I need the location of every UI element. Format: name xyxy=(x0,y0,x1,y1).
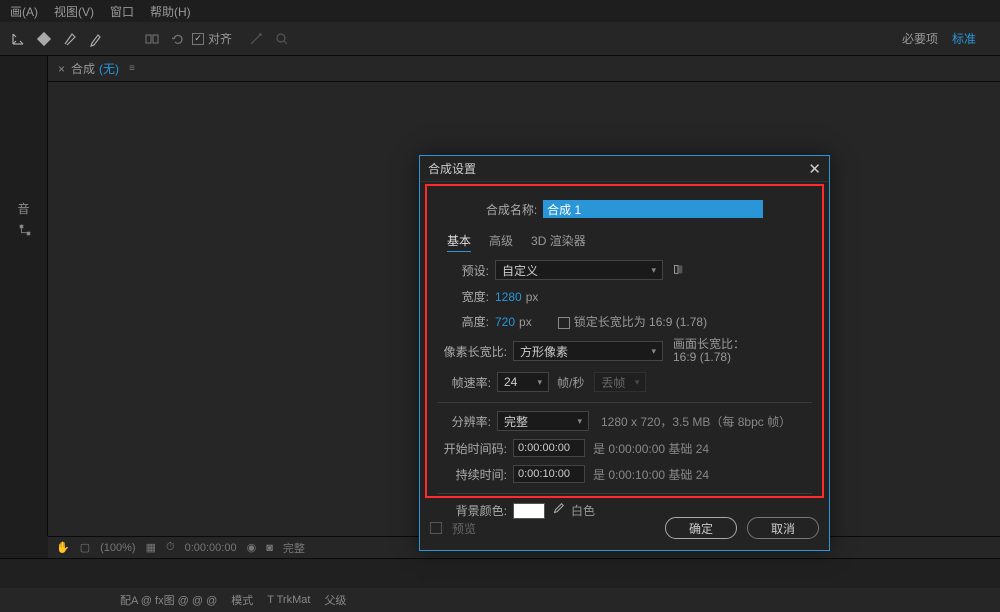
timeline-columns: 配A @ fx图 @ @ @ 模式 T TrkMat 父级 xyxy=(0,588,1000,612)
close-icon[interactable]: ✕ xyxy=(808,160,821,178)
preset-label: 预设: xyxy=(437,262,495,279)
switches-header: 配A @ fx图 @ @ @ xyxy=(120,592,217,608)
preview-checkbox[interactable]: 预览 xyxy=(430,520,476,537)
duration-label: 持续时间: xyxy=(437,466,513,483)
dialog-tabs: 基本 高级 3D 渲染器 xyxy=(447,232,812,252)
snap-checkbox[interactable]: ✓ 对齐 xyxy=(192,30,232,47)
box-icon[interactable]: ▢ xyxy=(80,541,90,554)
camera-icon[interactable]: ◉ xyxy=(247,541,257,554)
snapshot-icon[interactable]: ◙ xyxy=(266,542,273,554)
cancel-button[interactable]: 取消 xyxy=(747,517,819,539)
res-select[interactable]: 完整▾ xyxy=(497,411,589,431)
menu-animation[interactable]: 画(A) xyxy=(2,3,46,20)
toolbar: ✓ 对齐 必要项 标准 xyxy=(0,22,1000,56)
trkmat-header: T TrkMat xyxy=(267,594,310,606)
frame-aspect-label: 画面长宽比： xyxy=(673,337,745,351)
par-label: 像素长宽比: xyxy=(437,343,513,360)
zoom-percent[interactable]: (100%) xyxy=(100,542,135,554)
layout-tool-icon[interactable] xyxy=(140,27,164,51)
composition-settings-dialog: 合成设置 ✕ 合成名称: 基本 高级 3D 渲染器 预设: 自定义▾ xyxy=(419,155,830,551)
workspace-standard[interactable]: 标准 xyxy=(952,30,976,47)
left-panel: 音 xyxy=(0,56,48,536)
ok-button[interactable]: 确定 xyxy=(665,517,737,539)
fps-unit: 帧/秒 xyxy=(557,374,584,391)
tab-basic[interactable]: 基本 xyxy=(447,232,471,252)
grid-icon[interactable]: ▦ xyxy=(146,541,156,554)
par-select[interactable]: 方形像素▾ xyxy=(513,341,663,361)
px-suffix2: px xyxy=(519,315,532,329)
mode-header: 模式 xyxy=(231,592,253,608)
workspace-essential[interactable]: 必要项 xyxy=(902,30,938,47)
trash-preset-icon[interactable] xyxy=(671,262,685,279)
res-label: 分辨率: xyxy=(437,413,497,430)
rotate-tool-icon[interactable] xyxy=(166,27,190,51)
res-info: 1280 x 720，3.5 MB（每 8bpc 帧） xyxy=(601,413,791,430)
preset-select[interactable]: 自定义▾ xyxy=(495,260,663,280)
parent-header: 父级 xyxy=(324,592,346,608)
lock-aspect-checkbox[interactable]: 锁定长宽比为 16:9 (1.78) xyxy=(558,313,707,330)
fps-select[interactable]: 24▾ xyxy=(497,372,549,392)
axis-tool-icon[interactable] xyxy=(6,27,30,51)
height-value[interactable]: 720 xyxy=(495,315,515,329)
panel-comp-link[interactable]: (无) xyxy=(99,60,119,77)
start-tc-label: 开始时间码: xyxy=(437,440,513,457)
menu-window[interactable]: 窗口 xyxy=(102,3,142,20)
comp-name-label: 合成名称: xyxy=(486,201,543,218)
pen-tool-icon[interactable] xyxy=(58,27,82,51)
px-suffix: px xyxy=(526,290,539,304)
panel-tab-label: 合成 xyxy=(71,60,95,77)
width-label: 宽度: xyxy=(437,288,495,305)
dialog-title: 合成设置 xyxy=(428,160,476,177)
fps-label: 帧速率: xyxy=(437,374,497,391)
check-icon: ✓ xyxy=(192,33,204,45)
start-tc-input[interactable] xyxy=(513,439,585,457)
snap-label: 对齐 xyxy=(208,30,232,47)
tab-renderer[interactable]: 3D 渲染器 xyxy=(531,232,586,252)
timecode-readout[interactable]: 0:00:00:00 xyxy=(185,542,237,554)
panel-tab-bar: × 合成 (无) ≡ xyxy=(48,56,1000,82)
menu-view[interactable]: 视图(V) xyxy=(46,3,102,20)
tree-icon[interactable] xyxy=(18,223,32,237)
timer-icon[interactable]: ⏱ xyxy=(166,541,175,554)
menubar: 画(A) 视图(V) 窗口 帮助(H) xyxy=(0,0,1000,22)
frame-aspect-value: 16:9 (1.78) xyxy=(673,350,731,364)
wand-tool-icon[interactable] xyxy=(244,27,268,51)
duration-input[interactable] xyxy=(513,465,585,483)
panel-menu-icon[interactable]: ≡ xyxy=(129,63,135,74)
timeline-header xyxy=(0,558,1000,588)
brush-tool-icon[interactable] xyxy=(84,27,108,51)
shape-tool-icon[interactable] xyxy=(32,27,56,51)
duration-info: 是 0:00:10:00 基础 24 xyxy=(593,466,709,483)
search-tool-icon[interactable] xyxy=(270,27,294,51)
width-value[interactable]: 1280 xyxy=(495,290,522,304)
close-tab-icon[interactable]: × xyxy=(58,62,65,76)
height-label: 高度: xyxy=(437,313,495,330)
drop-select: 丢帧▾ xyxy=(594,372,646,392)
comp-name-input[interactable] xyxy=(543,200,763,218)
menu-help[interactable]: 帮助(H) xyxy=(142,3,199,20)
start-tc-info: 是 0:00:00:00 基础 24 xyxy=(593,440,709,457)
dialog-titlebar[interactable]: 合成设置 ✕ xyxy=(420,156,829,182)
dialog-footer: 预览 确定 取消 xyxy=(420,506,829,550)
hand-icon[interactable]: ✋ xyxy=(56,541,70,554)
tab-advanced[interactable]: 高级 xyxy=(489,232,513,252)
highlight-box: 合成名称: 基本 高级 3D 渲染器 预设: 自定义▾ 宽度: 1280 px xyxy=(425,184,824,498)
